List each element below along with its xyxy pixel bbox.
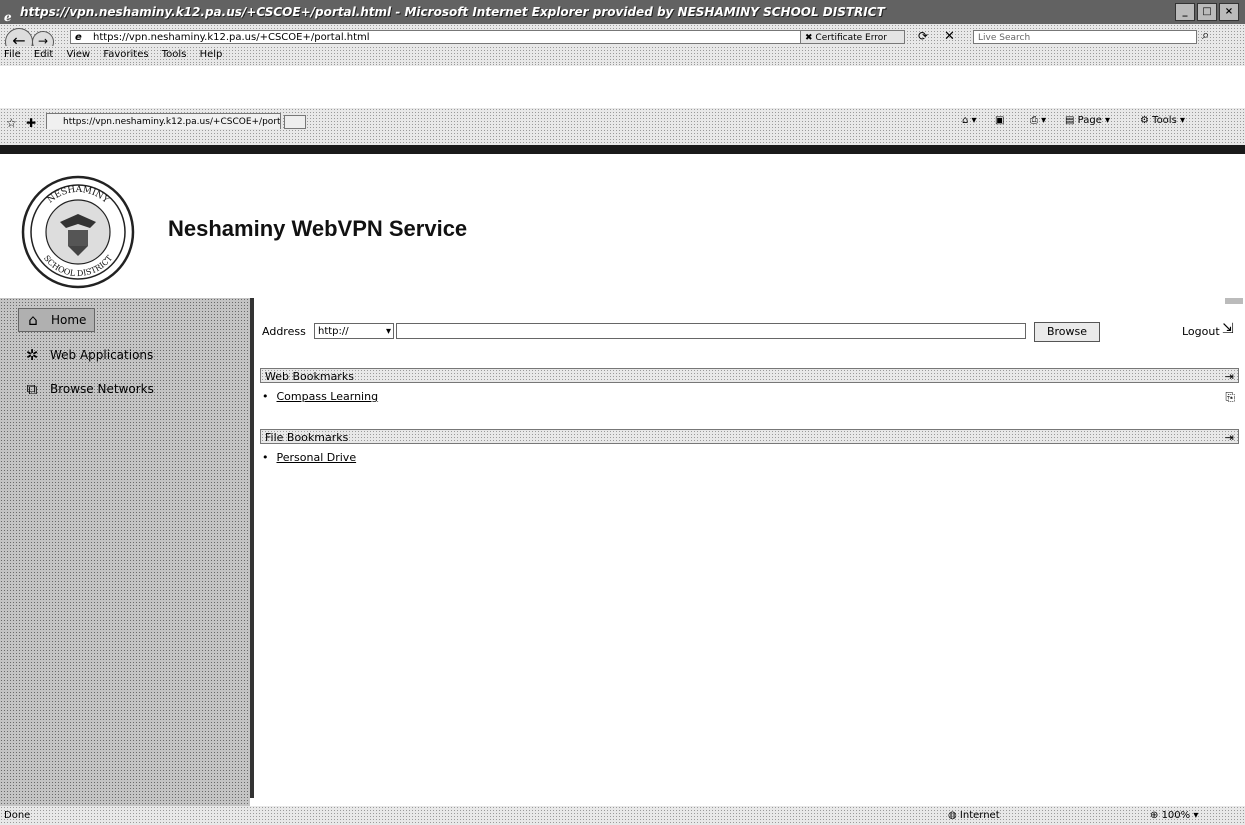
portal-sidebar: ⌂ Home ✲ Web Applications ⧉ Browse Netwo… <box>0 298 250 806</box>
page-icon: e <box>75 32 82 43</box>
web-bookmarks-header[interactable]: Web Bookmarks ⇥ <box>260 368 1239 383</box>
page-title: Neshaminy WebVPN Service <box>168 216 468 241</box>
window-title-bar: ℯ https://vpn.neshaminy.k12.pa.us/+CSCOE… <box>0 0 1245 24</box>
home-icon[interactable]: ⌂ ▾ <box>962 115 977 126</box>
menu-help[interactable]: Help <box>200 49 223 60</box>
list-item: • Compass Learning <box>262 390 378 403</box>
file-bookmarks-header[interactable]: File Bookmarks ⇥ <box>260 429 1239 444</box>
refresh-icon[interactable]: ⟳ <box>918 29 928 43</box>
bullet-icon: • <box>262 451 269 464</box>
menu-edit[interactable]: Edit <box>34 49 53 60</box>
window-title: https://vpn.neshaminy.k12.pa.us/+CSCOE+/… <box>20 5 885 19</box>
tab-portal[interactable]: https://vpn.neshaminy.k12.pa.us/+CSCOE+/… <box>46 113 281 129</box>
protocol-value: http:// <box>318 326 349 337</box>
open-window-icon[interactable]: ⎘ <box>1225 390 1235 405</box>
url-input[interactable] <box>396 323 1026 339</box>
certificate-error-button[interactable]: ✖ Certificate Error <box>800 30 905 44</box>
sidebar-item-label: Home <box>51 313 87 327</box>
status-text: Done <box>4 810 31 821</box>
list-item: • Personal Drive <box>262 451 356 464</box>
zoom-control[interactable]: ⊕ 100% ▾ <box>1150 806 1198 825</box>
favorites-star-icon[interactable]: ☆ <box>6 116 17 130</box>
browse-button[interactable]: Browse <box>1034 322 1100 342</box>
close-button[interactable]: × <box>1219 3 1239 21</box>
search-icon[interactable]: ⌕ <box>1202 28 1209 43</box>
page-menu-button[interactable]: ▤ Page ▾ <box>1065 115 1110 126</box>
tools-menu-button[interactable]: ⚙ Tools ▾ <box>1140 115 1185 126</box>
divider <box>0 145 1245 154</box>
print-icon[interactable]: ⎙ ▾ <box>1030 115 1046 126</box>
menu-view[interactable]: View <box>66 49 90 60</box>
collapse-arrow-icon[interactable]: ⇥ <box>1225 369 1234 384</box>
home-icon: ⌂ <box>28 311 38 329</box>
zoom-icon: ⊕ <box>1150 810 1162 821</box>
sidebar-item-browse-networks[interactable]: ⧉ Browse Networks <box>18 378 154 400</box>
status-bar: Done ◍ Internet ⊕ 100% ▾ <box>0 806 1245 825</box>
web-applications-icon: ✲ <box>25 346 39 364</box>
new-tab-button[interactable] <box>284 115 306 129</box>
security-zone: ◍ Internet <box>948 810 1000 821</box>
chevron-down-icon: ▾ <box>385 326 391 337</box>
logout-icon[interactable]: ⇲ <box>1222 321 1234 337</box>
protocol-select[interactable]: http:// ▾ <box>314 323 394 339</box>
minimize-button[interactable]: _ <box>1175 3 1195 21</box>
sidebar-item-home[interactable]: ⌂ Home <box>18 308 96 332</box>
bullet-icon: • <box>262 390 269 403</box>
browser-address-bar[interactable]: e https://vpn.neshaminy.k12.pa.us/+CSCOE… <box>70 30 860 44</box>
scrollbar[interactable] <box>1225 298 1243 304</box>
menu-favorites[interactable]: Favorites <box>103 49 148 60</box>
feeds-icon[interactable]: ▣ <box>995 115 1004 126</box>
section-title: File Bookmarks <box>265 431 349 444</box>
add-favorite-icon[interactable]: ✚ <box>26 116 36 130</box>
tab-bar: ☆ ✚ https://vpn.neshaminy.k12.pa.us/+CSC… <box>0 108 1245 146</box>
collapse-arrow-icon[interactable]: ⇥ <box>1225 430 1234 445</box>
school-seal-logo: NESHAMINY SCHOOL DISTRICT <box>21 175 135 289</box>
sidebar-item-label: Browse Networks <box>50 382 154 396</box>
shield-icon: ✖ <box>805 33 816 43</box>
portal-banner: NESHAMINY SCHOOL DISTRICT Neshaminy WebV… <box>0 154 1245 298</box>
maximize-button[interactable]: □ <box>1197 3 1217 21</box>
search-placeholder: Live Search <box>978 33 1031 43</box>
search-input[interactable]: Live Search <box>973 30 1197 44</box>
sidebar-item-web-applications[interactable]: ✲ Web Applications <box>18 344 154 366</box>
stop-icon[interactable]: ✕ <box>944 29 955 44</box>
globe-icon: ◍ <box>948 810 960 821</box>
window-controls: _ □ × <box>1175 3 1239 21</box>
menu-file[interactable]: File <box>4 49 21 60</box>
bookmark-personal-drive[interactable]: Personal Drive <box>277 451 357 464</box>
bookmark-compass-learning[interactable]: Compass Learning <box>277 390 379 403</box>
tab-label: https://vpn.neshaminy.k12.pa.us/+CSCOE+/… <box>63 117 281 127</box>
browse-networks-icon: ⧉ <box>26 380 38 398</box>
menu-tools[interactable]: Tools <box>162 49 187 60</box>
section-title: Web Bookmarks <box>265 370 354 383</box>
logout-link[interactable]: Logout <box>1182 325 1220 338</box>
sidebar-item-label: Web Applications <box>50 348 154 362</box>
browser-address-text: https://vpn.neshaminy.k12.pa.us/+CSCOE+/… <box>93 32 370 43</box>
portal-content: Address http:// ▾ Browse Logout ⇲ Web Bo… <box>250 298 1245 798</box>
address-label: Address <box>262 325 306 338</box>
menu-bar: File Edit View Favorites Tools Help <box>0 46 1245 64</box>
